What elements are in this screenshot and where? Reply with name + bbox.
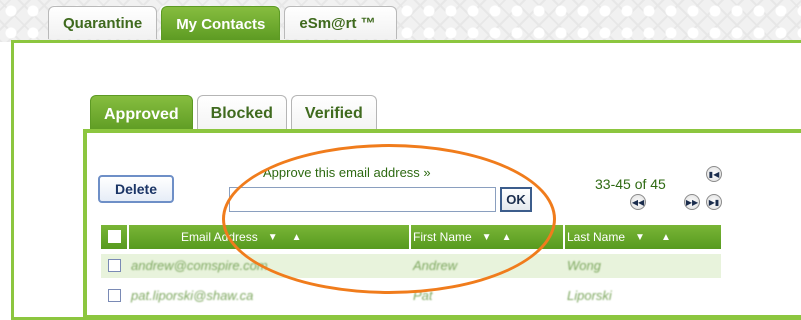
- sort-asc-icon[interactable]: ▲: [502, 232, 512, 243]
- last-name-cell: Liporski: [567, 288, 612, 303]
- tab-approved[interactable]: Approved: [90, 95, 193, 133]
- column-label: First Name: [413, 230, 472, 244]
- ok-button[interactable]: OK: [500, 187, 532, 212]
- row-checkbox[interactable]: [108, 289, 121, 302]
- contact-sub-tab-bar: Approved Blocked Verified: [90, 95, 377, 133]
- main-tab-bar: Quarantine My Contacts eSm@rt ™: [48, 6, 397, 41]
- tab-verified[interactable]: Verified: [290, 95, 377, 131]
- approve-email-input[interactable]: [229, 187, 496, 212]
- last-page-icon[interactable]: ▶▮: [706, 194, 722, 210]
- column-first-name[interactable]: First Name ▼ ▲: [413, 225, 511, 249]
- delete-button[interactable]: Delete: [98, 175, 174, 203]
- sort-asc-icon[interactable]: ▲: [661, 232, 671, 243]
- email-cell: andrew@comspire.com: [131, 258, 268, 273]
- prev-page-icon[interactable]: ◀◀: [630, 194, 646, 210]
- approve-email-link[interactable]: Approve this email address »: [263, 165, 431, 180]
- column-divider: [127, 225, 129, 249]
- sort-desc-icon[interactable]: ▼: [635, 232, 645, 243]
- sort-desc-icon[interactable]: ▼: [482, 232, 492, 243]
- last-name-cell: Wong: [567, 258, 601, 273]
- tab-my-contacts[interactable]: My Contacts: [161, 6, 281, 41]
- tab-quarantine[interactable]: Quarantine: [48, 6, 158, 39]
- table-row[interactable]: andrew@comspire.com Andrew Wong: [101, 254, 721, 278]
- sort-desc-icon[interactable]: ▼: [268, 232, 278, 243]
- column-label: Last Name: [567, 230, 626, 244]
- pagination-range: 33-45 of 45: [595, 176, 666, 192]
- column-email-address[interactable]: Email Address ▼ ▲: [181, 225, 302, 249]
- column-label: Email Address: [181, 230, 258, 244]
- column-divider: [563, 225, 565, 249]
- first-name-cell: Andrew: [413, 258, 458, 273]
- row-checkbox[interactable]: [108, 259, 121, 272]
- column-divider: [409, 225, 411, 249]
- contacts-table-header: Email Address ▼ ▲ First Name ▼ ▲ Last Na…: [101, 225, 721, 249]
- tab-blocked[interactable]: Blocked: [196, 95, 287, 131]
- next-page-icon[interactable]: ▶▶: [684, 194, 700, 210]
- first-name-cell: Pat: [413, 288, 433, 303]
- column-last-name[interactable]: Last Name ▼ ▲: [567, 225, 671, 249]
- tab-esmart[interactable]: eSm@rt ™: [284, 6, 397, 39]
- first-page-icon[interactable]: ▮◀: [706, 166, 722, 182]
- email-cell: pat.liporski@shaw.ca: [131, 288, 254, 303]
- sort-asc-icon[interactable]: ▲: [292, 232, 302, 243]
- select-all-checkbox[interactable]: [108, 230, 121, 243]
- table-row[interactable]: pat.liporski@shaw.ca Pat Liporski: [101, 284, 721, 308]
